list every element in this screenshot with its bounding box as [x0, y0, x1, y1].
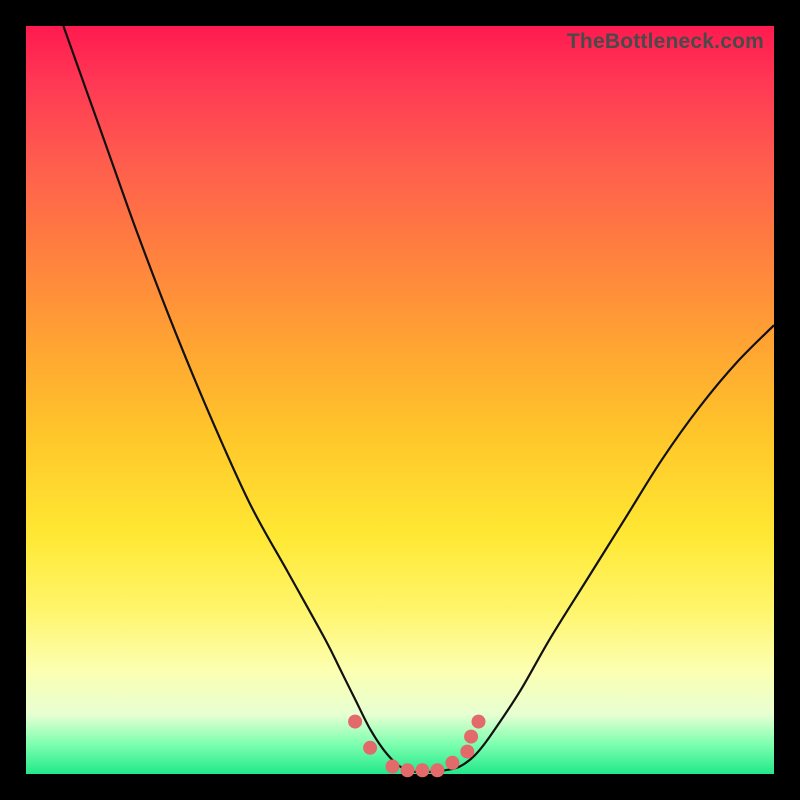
plot-area: TheBottleneck.com [26, 26, 774, 774]
valley-marker [445, 756, 459, 770]
valley-marker [415, 763, 429, 777]
valley-markers [348, 715, 485, 778]
valley-marker [464, 730, 478, 744]
valley-marker [348, 715, 362, 729]
valley-marker [401, 763, 415, 777]
valley-marker [363, 741, 377, 755]
curve-line [63, 26, 774, 772]
valley-marker [430, 763, 444, 777]
valley-marker [386, 760, 400, 774]
chart-frame: TheBottleneck.com [0, 0, 800, 800]
valley-marker [472, 715, 486, 729]
bottleneck-curve [26, 26, 774, 774]
valley-marker [460, 745, 474, 759]
